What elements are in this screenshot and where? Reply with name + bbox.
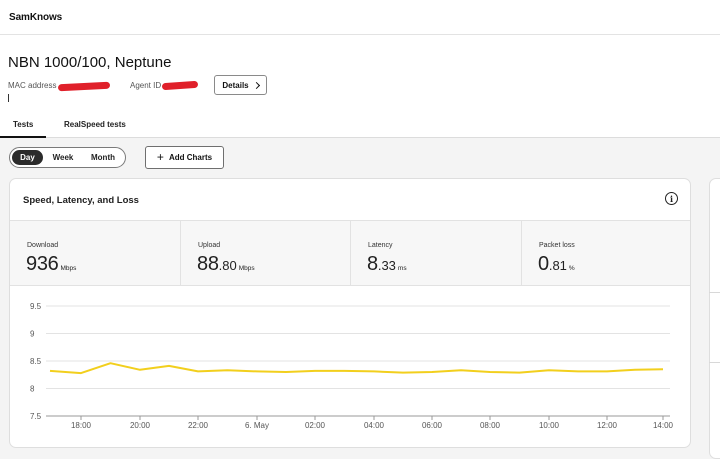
tab-bar: Tests RealSpeed tests — [0, 112, 720, 138]
side-divider — [709, 292, 720, 293]
plus-icon: + — [156, 150, 164, 164]
metric-value: 88.80 Mbps — [197, 253, 255, 275]
metric-label: Download — [27, 242, 59, 249]
tab-realspeed-tests[interactable]: RealSpeed tests — [64, 120, 126, 129]
metrics-row: Download 936 Mbps Upload 88.80 Mbps Latenc… — [10, 220, 690, 286]
add-charts-button[interactable]: + Add Charts — [145, 146, 224, 169]
x-tick-label: 20:00 — [130, 421, 151, 430]
metric-value: 936 Mbps — [26, 253, 77, 275]
top-bar: SamKnows — [0, 0, 720, 35]
page-title: NBN 1000/100, Neptune — [8, 54, 172, 71]
side-divider — [709, 362, 720, 363]
latency-line-chart[interactable]: 9.5 9 8.5 8 7.5 18:00 20:00 22:00 6. May 02:00 04:… — [10, 289, 691, 447]
y-tick-label: 8 — [30, 385, 35, 394]
details-button-label: Details — [222, 80, 249, 90]
info-icon[interactable]: i — [665, 192, 678, 205]
metric-value: 0.81% — [538, 253, 575, 275]
y-tick-label: 9 — [30, 330, 35, 339]
speed-latency-loss-card: Speed, Latency, and Loss i Download 936 M… — [9, 178, 691, 448]
metric-label: Packet loss — [539, 242, 575, 249]
details-button[interactable]: Details — [214, 75, 267, 95]
brand-logo[interactable]: SamKnows — [9, 12, 62, 23]
side-panel-edge — [709, 178, 720, 459]
add-charts-label: Add Charts — [168, 153, 213, 162]
y-tick-label: 7.5 — [30, 412, 42, 421]
metric-latency: Latency 8.33 ms — [351, 221, 522, 285]
x-tick-label: 08:00 — [480, 421, 501, 430]
agent-id-redaction — [161, 80, 199, 91]
x-tick-label: 06:00 — [422, 421, 443, 430]
metric-download: Download 936 Mbps — [10, 221, 181, 285]
metric-label: Latency — [368, 242, 393, 249]
y-tick-label: 8.5 — [30, 357, 42, 366]
card-title: Speed, Latency, and Loss — [23, 195, 139, 206]
x-tick-label: 02:00 — [305, 421, 326, 430]
x-tick-label: 14:00 — [653, 421, 674, 430]
range-day-button[interactable]: Day — [12, 150, 43, 165]
range-week-button[interactable]: Week — [46, 150, 80, 165]
x-tick-label: 04:00 — [364, 421, 385, 430]
x-tick-label: 10:00 — [539, 421, 560, 430]
x-tick-label: 12:00 — [597, 421, 618, 430]
metric-value: 8.33 ms — [367, 253, 407, 275]
x-tick-label: 6. May — [245, 421, 269, 430]
text-cursor — [8, 94, 9, 102]
agent-id-label: Agent ID — [130, 81, 162, 90]
range-selector: Day Week Month — [9, 147, 126, 168]
chevron-right-icon — [252, 81, 260, 90]
metric-packet-loss: Packet loss 0.81% — [522, 221, 690, 285]
mac-address-redaction — [57, 81, 111, 92]
metric-label: Upload — [198, 242, 221, 249]
range-month-button[interactable]: Month — [84, 150, 122, 165]
x-tick-label: 22:00 — [188, 421, 209, 430]
y-tick-label: 9.5 — [30, 302, 42, 311]
series-line — [49, 362, 664, 375]
mac-address-label: MAC address — [8, 81, 57, 90]
x-tick-label: 18:00 — [71, 421, 92, 430]
metric-upload: Upload 88.80 Mbps — [181, 221, 351, 285]
tab-tests[interactable]: Tests — [13, 120, 33, 129]
